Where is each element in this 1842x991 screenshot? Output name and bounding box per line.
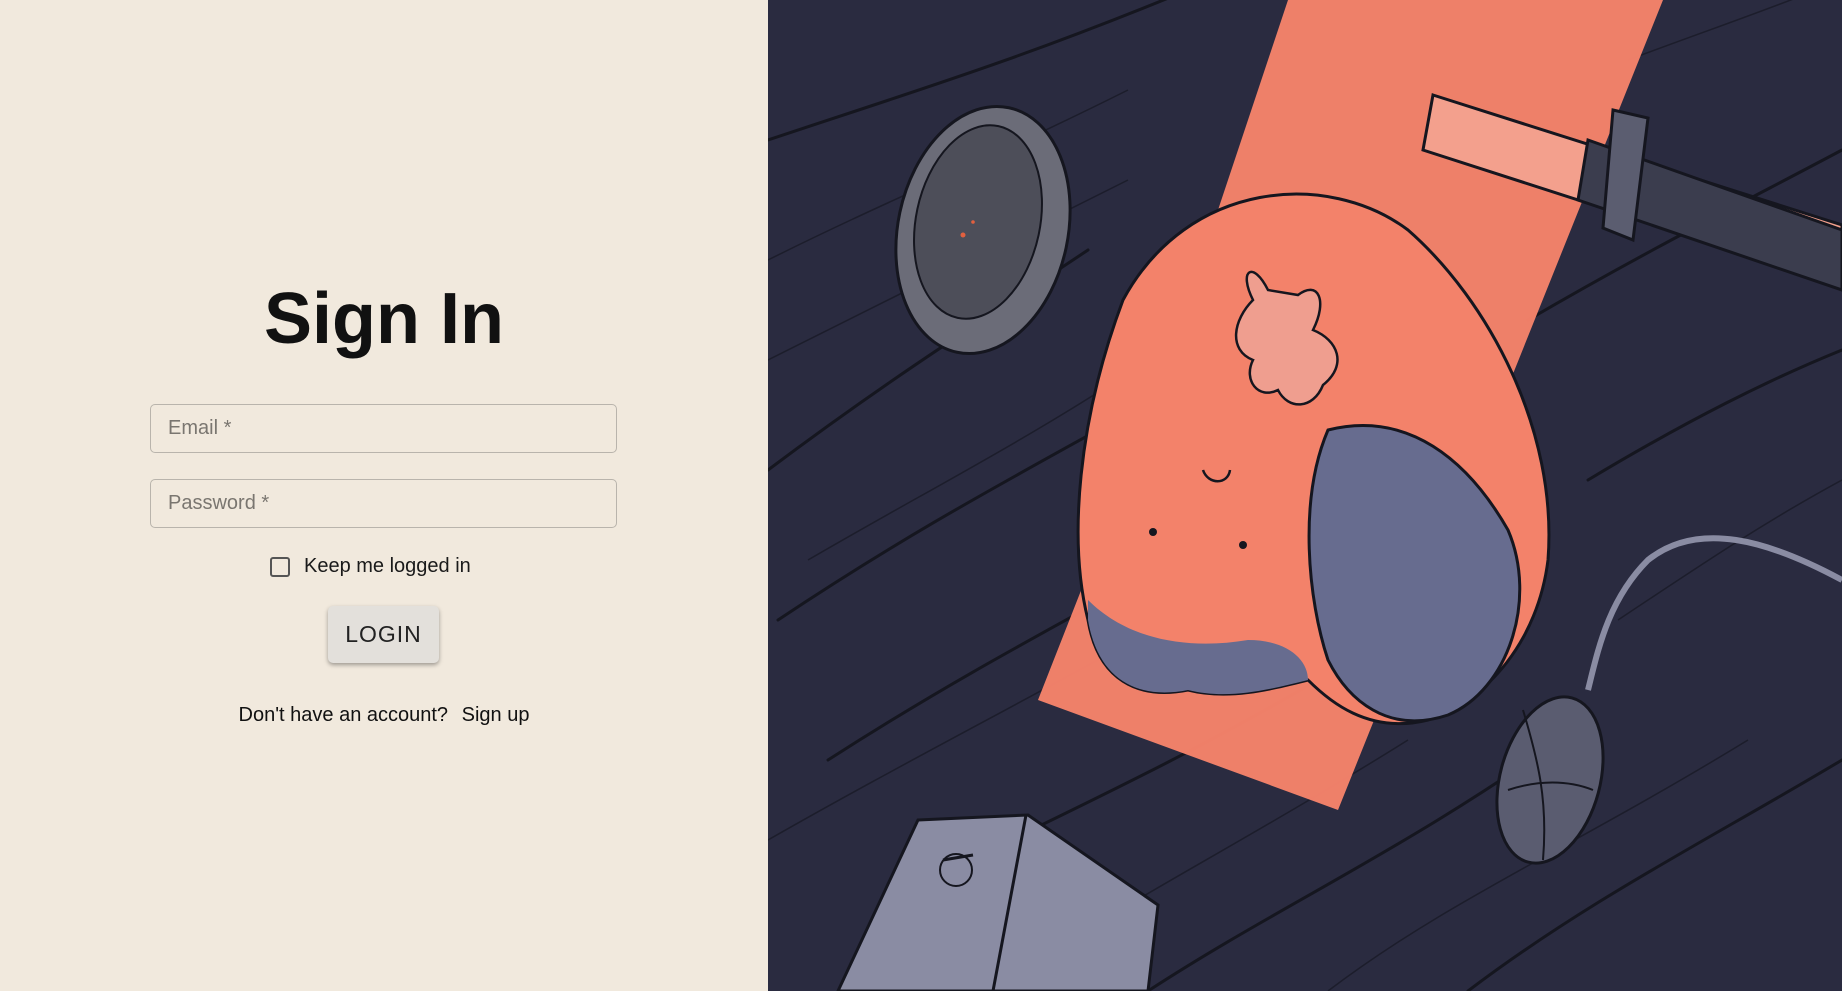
- email-field-wrapper: [150, 404, 617, 453]
- signup-prompt: Don't have an account? Sign up: [0, 704, 768, 727]
- signin-panel: Sign In Keep me logged in LOGIN Don't ha…: [0, 0, 768, 991]
- login-button[interactable]: LOGIN: [328, 606, 439, 663]
- keep-logged-in-label: Keep me logged in: [304, 555, 471, 577]
- password-field-wrapper: [150, 479, 617, 528]
- password-field[interactable]: [151, 480, 616, 527]
- hero-illustration: [768, 0, 1842, 991]
- login-page: Sign In Keep me logged in LOGIN Don't ha…: [0, 0, 1842, 991]
- sleeping-cat-illustration: [768, 0, 1842, 991]
- signup-link[interactable]: Sign up: [462, 704, 530, 726]
- page-title: Sign In: [264, 279, 504, 359]
- keep-logged-in-option[interactable]: Keep me logged in: [270, 555, 471, 578]
- email-field[interactable]: [151, 405, 616, 452]
- keep-logged-in-checkbox[interactable]: [270, 556, 290, 577]
- no-account-text: Don't have an account?: [238, 704, 449, 726]
